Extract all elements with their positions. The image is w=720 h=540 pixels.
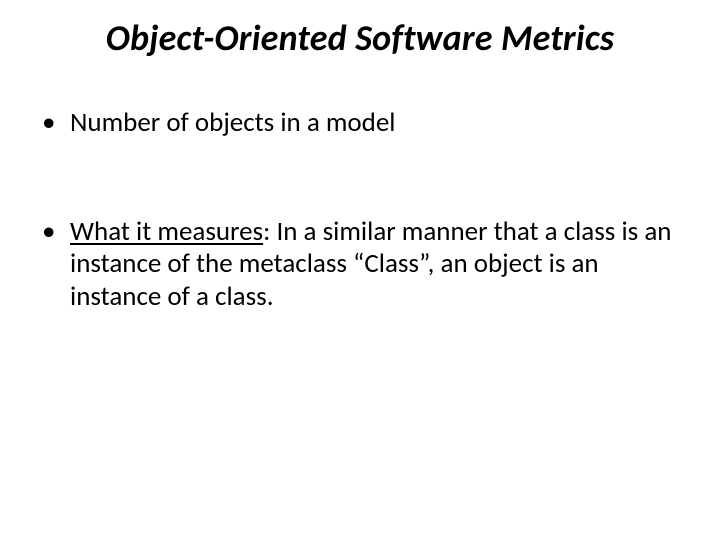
bullet-2-separator: :	[263, 215, 276, 248]
slide: Object-Oriented Software Metrics Number …	[0, 0, 720, 540]
bullet-list: Number of objects in a model What it mea…	[36, 107, 684, 313]
bullet-2-label: What it measures	[70, 215, 263, 248]
bullet-item-1: Number of objects in a model	[42, 107, 684, 139]
bullet-1-text: Number of objects in a model	[70, 106, 396, 139]
bullet-item-2: What it measures: In a similar manner th…	[42, 216, 684, 313]
slide-title: Object-Oriented Software Metrics	[36, 18, 684, 59]
